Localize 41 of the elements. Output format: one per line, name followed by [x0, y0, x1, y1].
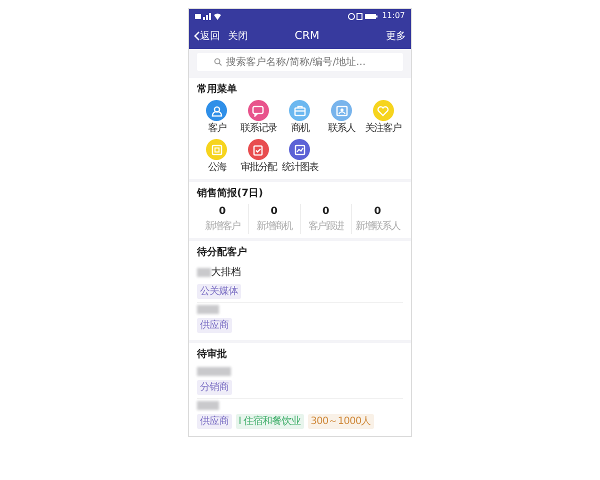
back-button[interactable]: 返回 — [194, 28, 220, 44]
menu-item[interactable]: 审批分配 — [238, 139, 278, 175]
status-icons — [195, 12, 221, 20]
menu-item[interactable]: 客户 — [197, 100, 237, 136]
battery-status-icons — [348, 12, 378, 20]
blurred-text — [197, 305, 219, 314]
customer-name: 大排档 — [211, 266, 241, 280]
menu-item[interactable]: 联系记录 — [238, 100, 278, 136]
section-title: 待审批 — [197, 347, 228, 362]
menu-item[interactable]: 关注客户 — [363, 100, 403, 136]
more-button[interactable]: 更多 — [386, 28, 406, 44]
tag: 分销商 — [197, 380, 232, 395]
blurred-text — [197, 268, 211, 277]
stat-value: 0 — [373, 205, 382, 219]
page-title: CRM — [294, 28, 320, 44]
chevron-left-icon — [194, 31, 200, 41]
stat-label: 新增商机 — [256, 220, 294, 234]
stat-label: 新增联系人 — [354, 220, 402, 234]
tag: 公关媒体 — [197, 284, 241, 299]
status-time: 11:07 — [382, 10, 405, 22]
menu-item[interactable]: 公海 — [197, 139, 237, 175]
tag: 300～1000人 — [308, 414, 374, 429]
stat-label: 客户跟进 — [307, 220, 345, 234]
stat-value: 0 — [270, 205, 279, 219]
search-field[interactable]: 搜索客户名称/简称/编号/地址... — [197, 53, 403, 71]
stat-value: 0 — [321, 205, 330, 219]
blurred-text — [197, 367, 231, 376]
tag: 供应商 — [197, 414, 232, 429]
menu-item[interactable]: 商机 — [280, 100, 320, 136]
menu-item[interactable]: 统计图表 — [280, 139, 320, 175]
stat-label: 新增客户 — [204, 220, 242, 234]
section-title: 常用菜单 — [197, 82, 238, 97]
stat-value: 0 — [218, 205, 227, 219]
menu-item[interactable]: 联系人 — [322, 100, 362, 136]
search-icon — [214, 58, 222, 66]
section-title: 销售简报(7日) — [197, 186, 264, 201]
blurred-text — [197, 401, 219, 410]
tag: 供应商 — [197, 318, 232, 333]
tag: I 住宿和餐饮业 — [236, 414, 304, 429]
close-button[interactable]: 关闭 — [228, 28, 248, 44]
section-title: 待分配客户 — [197, 245, 248, 260]
